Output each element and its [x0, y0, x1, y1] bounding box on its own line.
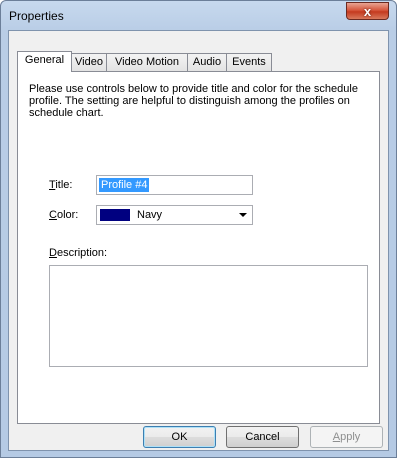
dropdown-arrow-icon[interactable]	[239, 213, 247, 217]
tab-video[interactable]: Video	[71, 53, 107, 71]
color-label-accelerator: C	[49, 209, 57, 221]
description-label-text: escription:	[56, 247, 108, 259]
window-title: Properties	[9, 9, 64, 23]
color-label: Color:	[49, 209, 78, 221]
instruction-line: profile. The setting are helpful to dist…	[29, 95, 350, 107]
title-input-value: Profile #4	[99, 178, 150, 192]
close-icon: x	[363, 4, 372, 19]
instruction-text: Please use controls below to provide tit…	[29, 83, 369, 119]
title-label: Title:	[49, 179, 72, 191]
title-bar[interactable]: Properties x	[1, 1, 396, 31]
ok-button[interactable]: OK	[143, 426, 216, 448]
instruction-line: schedule chart.	[29, 107, 104, 119]
tab-audio[interactable]: Audio	[187, 53, 227, 71]
tab-events[interactable]: Events	[226, 53, 272, 71]
description-textarea[interactable]	[49, 265, 368, 367]
dialog-client-area: General Video Video Motion Audio Events …	[8, 30, 389, 451]
tab-general[interactable]: General	[17, 51, 72, 72]
color-select[interactable]: Navy	[96, 205, 253, 225]
general-tab-panel: Please use controls below to provide tit…	[17, 71, 380, 424]
title-label-text: itle:	[55, 179, 73, 191]
properties-dialog: Properties x General Video Video Motion …	[0, 0, 397, 458]
color-swatch	[100, 209, 130, 221]
apply-label: pply	[340, 431, 361, 443]
instruction-line: Please use controls below to provide tit…	[29, 83, 358, 95]
description-label: Description:	[49, 247, 107, 259]
tab-video-motion[interactable]: Video Motion	[106, 53, 188, 71]
description-label-accelerator: D	[49, 247, 57, 259]
apply-button[interactable]: Apply	[310, 426, 383, 448]
title-input[interactable]: Profile #4	[96, 175, 253, 195]
apply-accelerator: A	[332, 431, 341, 443]
close-button[interactable]: x	[346, 2, 389, 20]
color-select-value: Navy	[137, 209, 163, 221]
cancel-button[interactable]: Cancel	[226, 426, 299, 448]
color-label-text: olor:	[56, 209, 79, 221]
